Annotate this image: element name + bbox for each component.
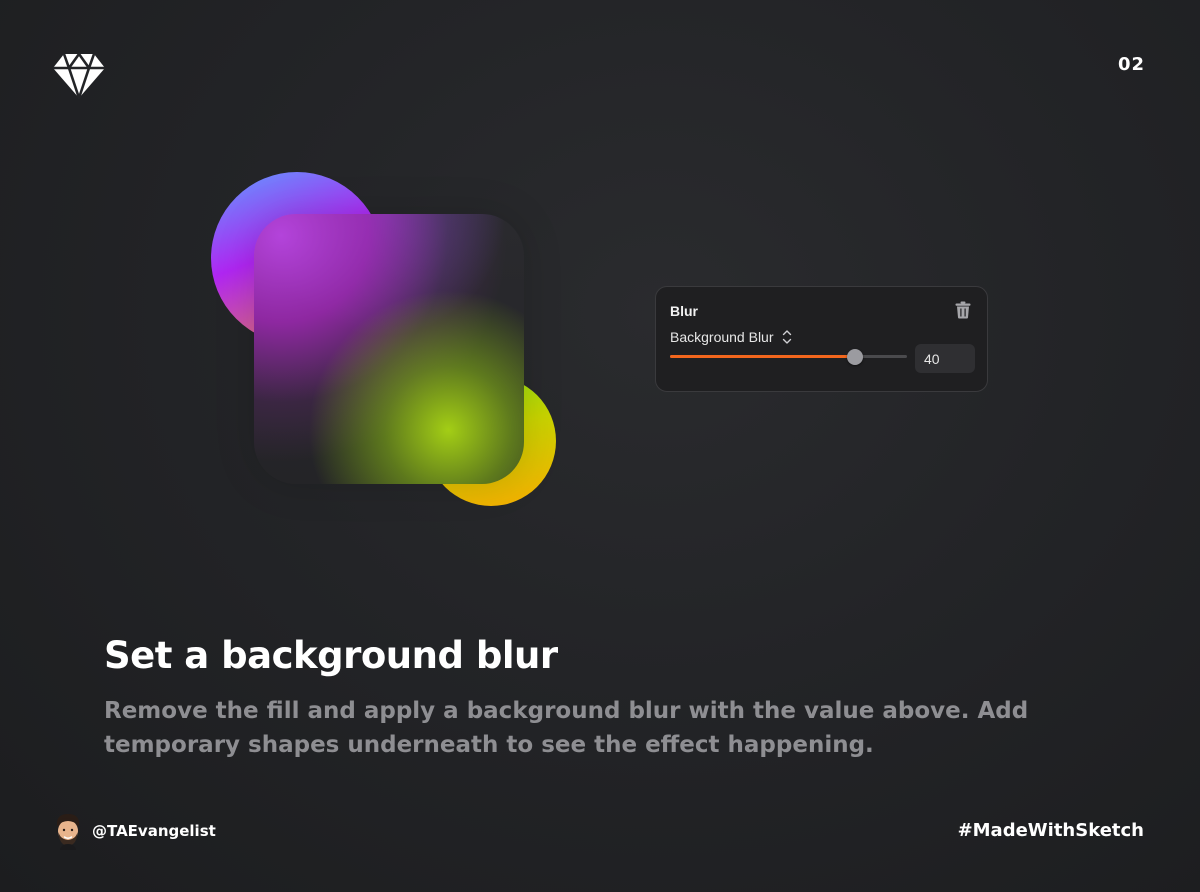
- slider-fill: [670, 355, 855, 358]
- sketch-logo-icon: [53, 52, 105, 100]
- page-number: 02: [1117, 54, 1145, 75]
- page-description: Remove the fill and apply a background b…: [104, 698, 1029, 758]
- blur-value-input[interactable]: [915, 344, 975, 373]
- blur-illustration: [200, 160, 570, 520]
- blur-panel-title: Blur: [670, 303, 698, 319]
- trash-icon[interactable]: [955, 301, 971, 319]
- blurred-glass-card: [254, 214, 524, 484]
- page-heading: Set a background blur: [104, 634, 558, 677]
- author-handle: @TAEvangelist: [92, 822, 216, 840]
- avatar: [57, 814, 79, 850]
- blur-settings-panel: Blur Background Blur: [655, 286, 988, 392]
- slider-thumb[interactable]: [846, 349, 863, 365]
- blur-amount-slider[interactable]: [670, 349, 907, 365]
- up-down-chevron-icon: [782, 330, 791, 344]
- blur-type-label: Background Blur: [670, 329, 774, 345]
- blur-type-select[interactable]: Background Blur: [670, 329, 792, 345]
- hashtag: #MadeWithSketch: [957, 820, 1144, 841]
- author-credit: @TAEvangelist: [52, 812, 216, 850]
